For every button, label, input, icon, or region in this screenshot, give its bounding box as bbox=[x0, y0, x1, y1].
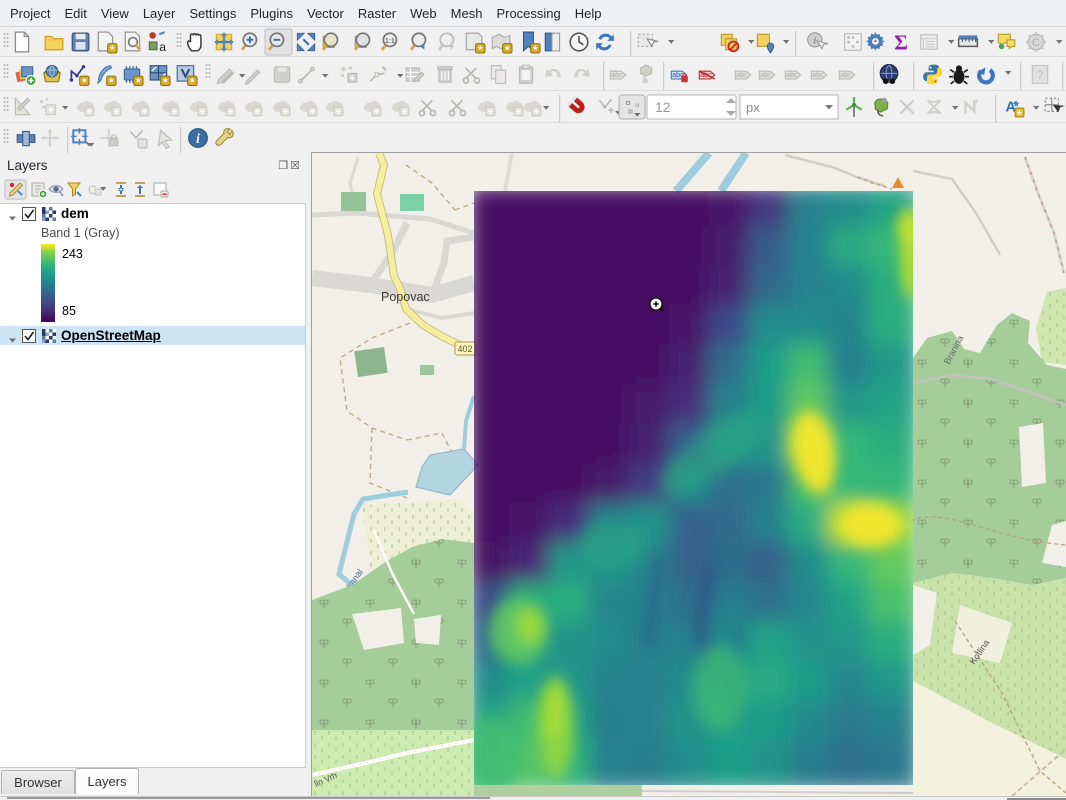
svg-text:i: i bbox=[196, 131, 200, 146]
svg-text:12: 12 bbox=[655, 99, 671, 115]
svg-text:?: ? bbox=[1037, 68, 1044, 82]
svg-text:A: A bbox=[1006, 99, 1016, 115]
svg-text:abc: abc bbox=[611, 71, 623, 79]
svg-text:abc: abc bbox=[786, 71, 798, 79]
svg-text:a: a bbox=[159, 40, 166, 54]
svg-text:px: px bbox=[746, 100, 760, 115]
svg-text:abc: abc bbox=[760, 71, 772, 79]
svg-text:abc: abc bbox=[840, 71, 852, 79]
svg-text:i: i bbox=[813, 36, 816, 47]
svg-text:abc: abc bbox=[736, 71, 748, 79]
svg-text:Σ: Σ bbox=[894, 31, 908, 55]
svg-text:C: C bbox=[1032, 37, 1040, 49]
svg-text:1:1: 1:1 bbox=[385, 37, 395, 45]
svg-text:abc: abc bbox=[812, 71, 824, 79]
